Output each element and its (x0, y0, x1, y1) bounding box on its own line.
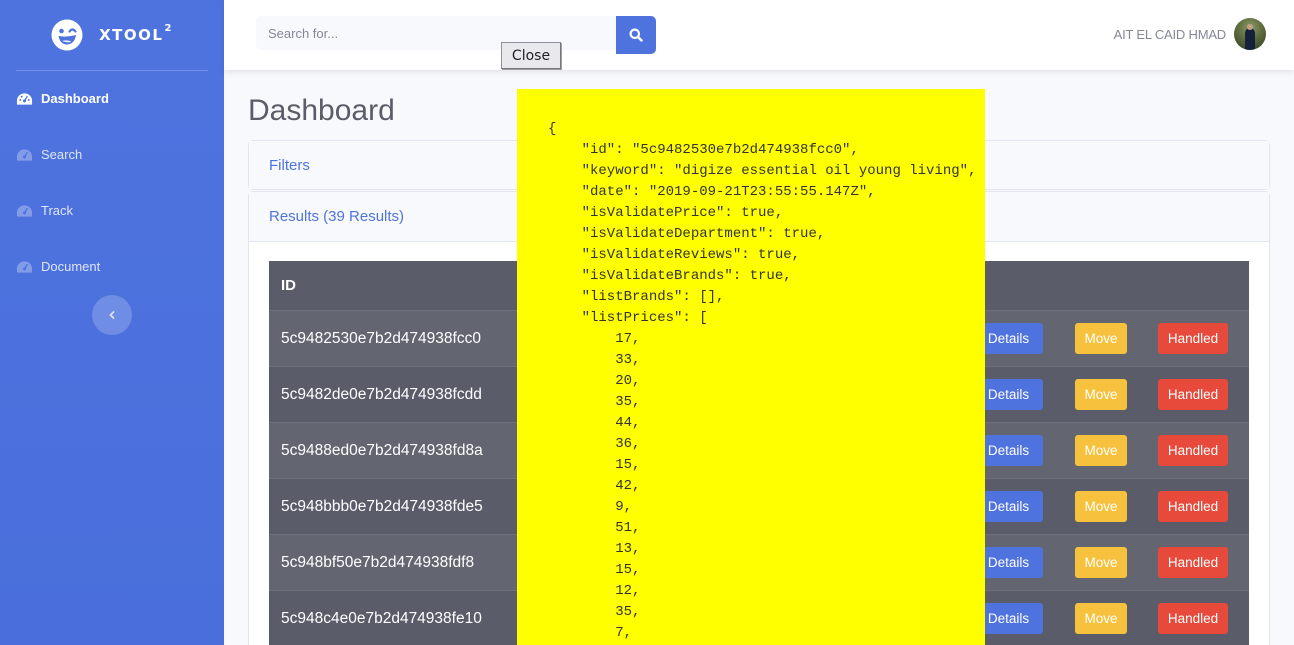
move-button[interactable]: Move (1075, 547, 1127, 578)
move-button[interactable]: Move (1075, 491, 1127, 522)
sidebar-divider (16, 70, 208, 71)
handled-button[interactable]: Handled (1158, 491, 1228, 522)
sidebar-item-label: Dashboard (41, 91, 109, 106)
results-label: Results (39 Results) (269, 208, 405, 225)
avatar (1234, 18, 1266, 50)
filters-label: Filters (269, 156, 310, 174)
handled-button[interactable]: Handled (1158, 323, 1228, 354)
user-menu[interactable]: AIT EL CAID HMAD (1114, 18, 1266, 50)
search-button[interactable] (616, 16, 656, 54)
row-id: 5c948c4e0e7b2d474938fe10 (281, 609, 482, 627)
chevron-left-icon (109, 311, 115, 319)
user-name: AIT EL CAID HMAD (1113, 26, 1227, 42)
laugh-wink-icon (51, 19, 83, 51)
search-input[interactable] (256, 16, 616, 50)
column-header-id: ID (281, 277, 296, 294)
sidebar-item-document[interactable]: Document (16, 259, 100, 274)
sidebar-item-search[interactable]: Search (16, 147, 82, 162)
tachometer-icon (16, 148, 33, 161)
move-button[interactable]: Move (1075, 323, 1127, 354)
tachometer-icon (16, 204, 33, 217)
row-id: 5c9482530e7b2d474938fcc0 (281, 329, 481, 347)
row-id: 5c948bbb0e7b2d474938fde5 (281, 497, 483, 515)
row-id: 5c9482de0e7b2d474938fcdd (281, 385, 482, 403)
topbar: AIT EL CAID HMAD (224, 0, 1294, 70)
row-id: 5c948bf50e7b2d474938fdf8 (281, 553, 475, 571)
handled-button[interactable]: Handled (1158, 379, 1228, 410)
sidebar-item-label: Search (41, 147, 83, 162)
close-button[interactable]: Close (501, 42, 561, 69)
move-button[interactable]: Move (1075, 435, 1127, 466)
tachometer-icon (16, 260, 33, 273)
sidebar-item-label: Document (41, 259, 101, 274)
sidebar-item-label: Track (41, 203, 74, 218)
handled-button[interactable]: Handled (1158, 547, 1228, 578)
json-popup: { "id": "5c9482530e7b2d474938fcc0", "key… (517, 89, 985, 645)
sidebar: XTOOL2 Dashboard Search Track Document (0, 0, 224, 645)
search-icon (629, 28, 643, 42)
brand[interactable]: XTOOL2 (0, 0, 224, 70)
sidebar-toggle-button[interactable] (92, 295, 132, 335)
brand-name: XTOOL2 (99, 23, 173, 44)
page-title: Dashboard (248, 94, 395, 127)
json-content: { "id": "5c9482530e7b2d474938fcc0", "key… (548, 121, 977, 641)
tachometer-icon (16, 92, 33, 105)
handled-button[interactable]: Handled (1158, 603, 1228, 634)
sidebar-item-dashboard[interactable]: Dashboard (16, 91, 109, 106)
handled-button[interactable]: Handled (1158, 435, 1228, 466)
move-button[interactable]: Move (1075, 379, 1127, 410)
move-button[interactable]: Move (1075, 603, 1127, 634)
search-group (256, 16, 656, 54)
sidebar-item-track[interactable]: Track (16, 203, 73, 218)
row-id: 5c9488ed0e7b2d474938fd8a (281, 441, 483, 459)
